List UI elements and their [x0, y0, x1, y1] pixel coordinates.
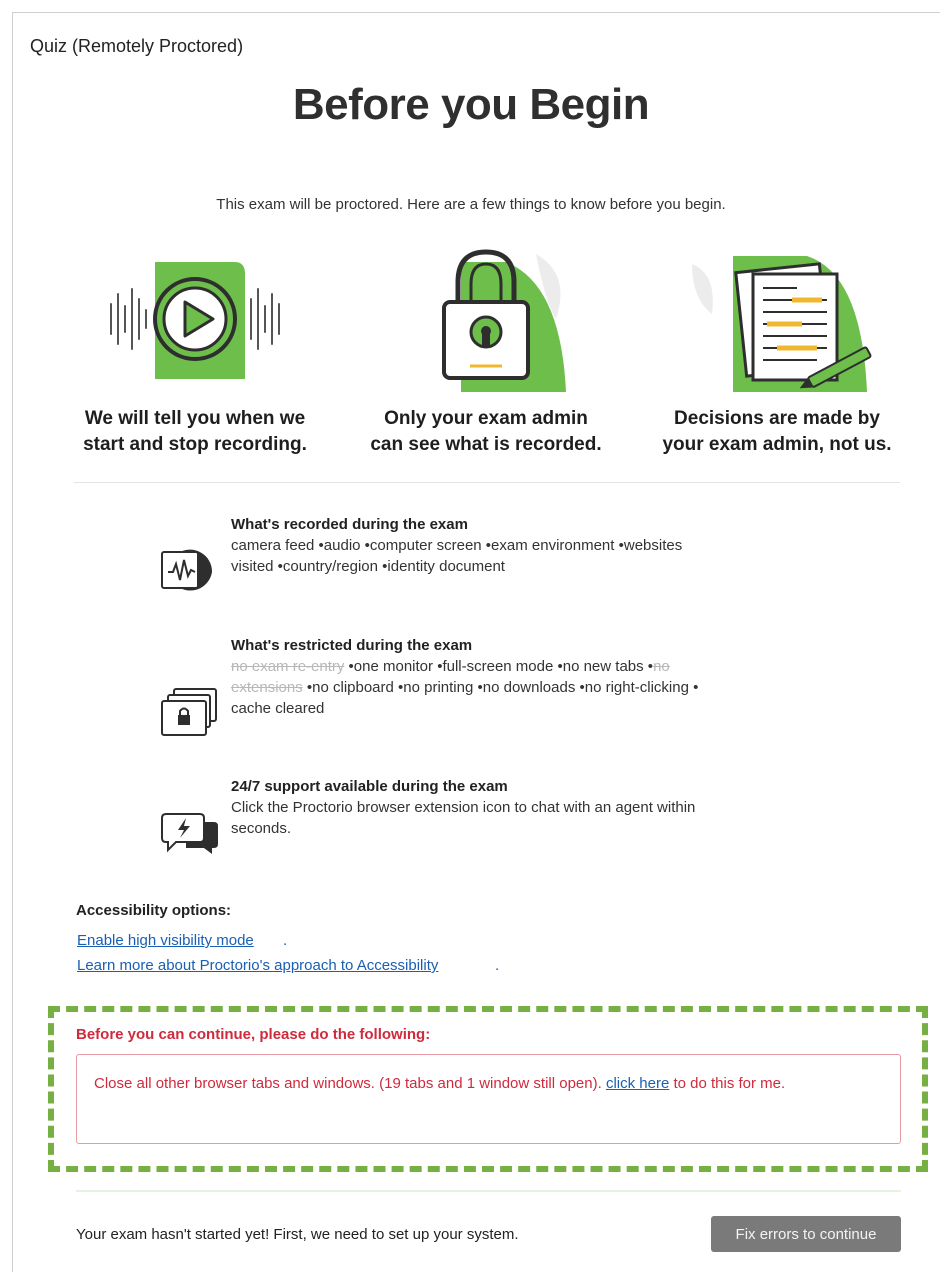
link-period: .: [283, 932, 288, 949]
accessibility-title: Accessibility options:: [76, 902, 232, 919]
feature-caption-line2: start and stop recording.: [83, 434, 307, 455]
info-recorded: What's recorded during the exam camera f…: [160, 514, 800, 594]
info-heading: What's restricted during the exam: [231, 637, 473, 654]
page-heading: Before you Begin: [292, 80, 650, 129]
info-restricted: What's restricted during the exam no exa…: [160, 635, 800, 745]
feature-caption-line1: Only your exam admin: [384, 408, 588, 429]
feature-decisions: Decisions are made by your exam admin, n…: [637, 244, 917, 458]
feature-privacy: Only your exam admin can see what is rec…: [346, 244, 626, 458]
info-line: •one monitor •full-screen mode •no new t…: [344, 658, 654, 675]
setup-status-text: Your exam hasn't started yet! First, we …: [76, 1226, 519, 1243]
error-message-suffix: to do this for me.: [669, 1075, 786, 1092]
accessibility-approach-link[interactable]: Learn more about Proctorio's approach to…: [77, 957, 438, 974]
info-line: camera feed •audio •computer screen •exa…: [231, 537, 683, 554]
restriction-extensions-a: no: [653, 658, 670, 675]
padlock-icon: [442, 249, 566, 392]
error-message: Close all other browser tabs and windows…: [94, 1075, 606, 1092]
app-title: Quiz (Remotely Proctored): [30, 36, 244, 56]
restriction-extensions-b: extensions: [231, 679, 303, 696]
info-line: visited •country/region •identity docume…: [231, 558, 505, 575]
footer-divider: [76, 1190, 901, 1192]
locked-windows-icon: [161, 688, 217, 736]
high-visibility-link[interactable]: Enable high visibility mode: [77, 932, 254, 949]
feature-caption-line2: can see what is recorded.: [370, 434, 602, 455]
section-divider: [74, 482, 900, 483]
info-line: cache cleared: [231, 700, 325, 717]
high-visibility-link-label[interactable]: Enable high visibility mode: [77, 932, 254, 949]
chat-support-icon: [161, 813, 218, 854]
feature-caption-line2: your exam admin, not us.: [662, 434, 892, 455]
close-tabs-link[interactable]: click here: [606, 1075, 669, 1092]
documents-pen-icon: [692, 256, 872, 392]
info-line: seconds.: [231, 820, 292, 837]
fix-errors-button[interactable]: Fix errors to continue: [711, 1216, 901, 1252]
feature-caption-line1: We will tell you when we: [84, 408, 306, 429]
info-line: Click the Proctorio browser extension ic…: [231, 799, 696, 816]
link-period: .: [495, 957, 500, 974]
info-heading: 24/7 support available during the exam: [231, 778, 508, 795]
info-heading: What's recorded during the exam: [231, 516, 468, 533]
error-message-box: Close all other browser tabs and windows…: [76, 1054, 901, 1144]
audio-recording-icon: [161, 549, 213, 591]
feature-recording: We will tell you when we start and stop …: [55, 244, 335, 458]
accessibility-approach-link-label[interactable]: Learn more about Proctorio's approach to…: [77, 957, 438, 974]
feature-caption-line1: Decisions are made by: [674, 408, 880, 429]
play-recording-icon: [110, 262, 280, 379]
restriction-reentry: no exam re-entry: [231, 658, 345, 675]
intro-text: This exam will be proctored. Here are a …: [216, 196, 726, 213]
error-title: Before you can continue, please do the f…: [76, 1026, 431, 1043]
info-support: 24/7 support available during the exam C…: [160, 776, 800, 856]
info-line: •no clipboard •no printing •no downloads…: [302, 679, 699, 696]
